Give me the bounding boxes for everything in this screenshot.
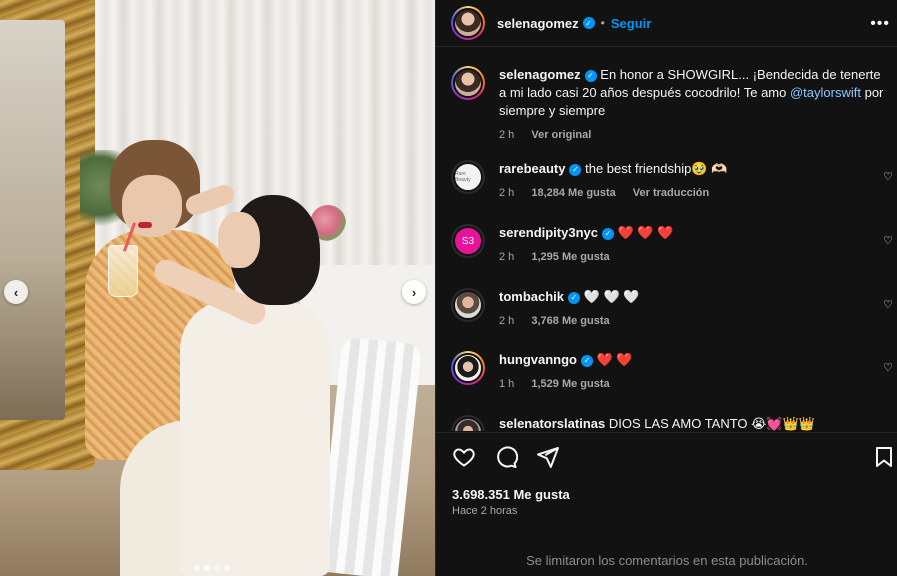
avatar[interactable] [451,66,485,100]
comments-list[interactable]: selenagomez ✓ En honor a SHOWGIRL... ¡Ben… [436,48,897,431]
post-actions: 3.698.351 Me gusta Hace 2 horas Se limit… [436,432,897,576]
comment-username[interactable]: rarebeauty [499,161,565,176]
comment-likes[interactable]: 3,768 Me gusta [531,315,609,327]
comment-username[interactable]: selenatorslatinas [499,416,605,431]
caption-username[interactable]: selenagomez [499,67,581,82]
post-header: selenagomez ✓ • Seguir ••• [436,0,897,47]
carousel-dot [214,565,220,571]
comment-text: DIOS LAS AMO TANTO 😭💓👑👑 [608,416,815,431]
like-comment-heart-icon[interactable]: ♡ [883,170,893,183]
comment-item: hungvanngo ✓ ❤️ ❤️ 1 h 1,529 Me gusta ♡ [451,351,893,393]
see-original-button[interactable]: Ver original [531,129,591,141]
comment-bubble-icon[interactable] [494,445,518,469]
see-translation-button[interactable]: Ver traducción [633,187,709,199]
drink-glass [108,245,138,297]
caption: selenagomez ✓ En honor a SHOWGIRL... ¡Ben… [451,66,891,144]
comment-text: ❤️ ❤️ ❤️ [617,225,674,240]
caption-mention-link[interactable]: @taylorswift [790,85,861,100]
verified-badge-icon: ✓ [602,227,614,240]
comment-username[interactable]: hungvanngo [499,352,577,367]
like-comment-heart-icon[interactable]: ♡ [883,298,893,311]
post-time: Hace 2 horas [452,505,518,517]
comment-time: 2 h [499,251,515,263]
white-dress [180,300,330,576]
avatar[interactable]: S3 [451,224,485,258]
post-photo[interactable]: ‹ › [0,0,435,576]
avatar[interactable] [451,351,485,385]
avatar[interactable] [451,6,485,40]
likes-count[interactable]: 3.698.351 Me gusta [452,487,570,502]
comment-text: the best friendship🥹 🫶🏻 [585,161,728,176]
like-comment-heart-icon[interactable]: ♡ [883,234,893,247]
action-icons [452,445,560,469]
avatar[interactable] [451,288,485,322]
verified-badge-icon: ✓ [582,17,595,29]
comment-username[interactable]: serendipity3nyc [499,225,598,240]
comment-username[interactable]: tombachik [499,289,564,304]
comment-text: 🤍 🤍 🤍 [583,289,640,304]
carousel-dot [194,565,200,571]
verified-badge-icon: ✓ [568,291,581,304]
comment-item: tombachik ✓ 🤍 🤍 🤍 2 h 3,768 Me gusta ♡ [451,288,893,330]
face [218,212,260,268]
comment-item: S3 serendipity3nyc ✓ ❤️ ❤️ ❤️ 2 h 1,295 M… [451,224,893,266]
header-username[interactable]: selenagomez [497,16,579,31]
mirror-glass [0,20,65,420]
comment-likes[interactable]: 1,295 Me gusta [531,251,609,263]
carousel-next-button[interactable]: › [402,280,426,304]
carousel-dot [224,565,230,571]
comment-time: 1 h [499,378,515,390]
avatar-logo-text: Rare Beauty [453,162,483,192]
more-options-icon[interactable]: ••• [870,15,890,33]
like-comment-heart-icon[interactable]: ♡ [883,361,893,374]
like-heart-icon[interactable] [452,445,476,469]
avatar-logo-text: S3 [453,226,483,256]
avatar[interactable]: Rare Beauty [451,160,485,194]
save-bookmark-icon[interactable] [872,445,896,469]
follow-button[interactable]: Seguir [611,16,651,31]
comment-text: ❤️ ❤️ [596,352,633,367]
comment-likes[interactable]: 1,529 Me gusta [531,378,609,390]
caption-time: 2 h [499,129,515,141]
verified-badge-icon: ✓ [581,354,593,367]
carousel-dot-active [204,565,210,571]
red-lips [138,222,152,228]
comments-limited-notice: Se limitaron los comentarios en esta pub… [526,553,808,568]
share-send-icon[interactable] [536,445,560,469]
carousel-dots [194,565,230,571]
comment-item: selenatorslatinas DIOS LAS AMO TANTO 😭💓👑… [451,415,891,431]
comment-time: 2 h [499,315,515,327]
comment-likes[interactable]: 18,284 Me gusta [531,187,615,199]
verified-badge-icon: ✓ [569,163,582,176]
separator-dot: • [600,16,605,30]
carousel-prev-button[interactable]: ‹ [4,280,28,304]
comment-time: 2 h [499,187,515,199]
verified-badge-icon: ✓ [584,69,597,82]
caption-meta: 2 h Ver original [499,126,889,144]
comment-item: Rare Beauty rarebeauty ✓ the best friends… [451,160,893,202]
avatar[interactable] [451,415,485,431]
post-side-panel: selenagomez ✓ • Seguir ••• selenagomez ✓ … [435,0,897,576]
